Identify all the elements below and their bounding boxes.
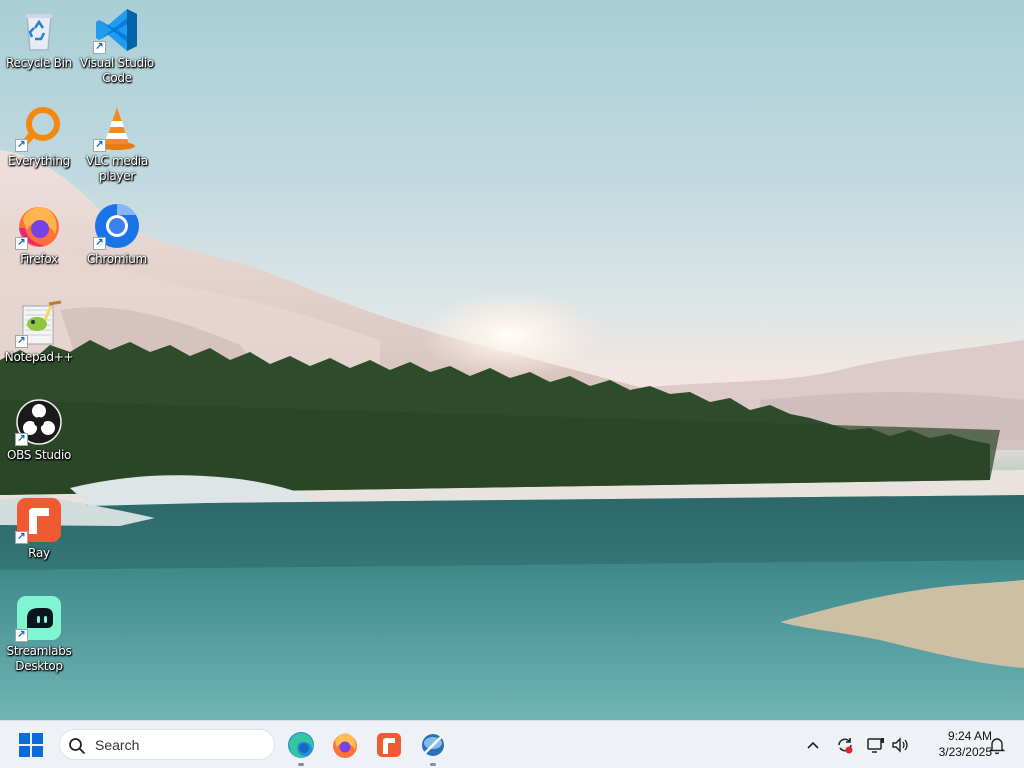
chromium-icon: ↗ [93,202,141,250]
notepadpp-icon: ↗ [15,300,63,348]
running-indicator [430,763,436,766]
shortcut-arrow-icon: ↗ [15,139,28,152]
streamlabs-icon: ↗ [15,594,63,642]
chevron-up-icon[interactable] [803,735,823,755]
start-button[interactable] [16,731,46,759]
search-placeholder: Search [95,737,140,753]
desktop-icon-label: Streamlabs Desktop [6,644,72,673]
taskbar-clock[interactable]: 9:24 AM 3/23/2025 [912,728,992,760]
recycle-bin-icon [15,6,63,54]
desktop-icon-label: Firefox [20,252,58,266]
taskbar-app-generic[interactable] [417,729,449,766]
running-indicator [298,763,304,766]
network-icon[interactable] [866,735,886,755]
vscode-icon: ↗ [93,6,141,54]
taskbar-search-box[interactable]: Search [59,729,275,760]
shortcut-arrow-icon: ↗ [15,531,28,544]
shortcut-arrow-icon: ↗ [15,629,28,642]
vlc-icon: ↗ [93,104,141,152]
desktop-icon-label: Notepad++ [4,350,74,364]
desktop-icon-label: Everything [8,154,70,168]
ray-icon: ↗ [15,496,63,544]
firefox-icon: ↗ [15,202,63,250]
search-icon [69,738,85,754]
taskbar-app-edge[interactable] [285,729,317,766]
taskbar: Search 9:24 AM 3/23/2025 [0,720,1024,768]
desktop-icon-label: Chromium [87,252,147,266]
desktop-icon-firefox[interactable]: ↗ Firefox [0,202,79,267]
windows-logo-icon [19,733,43,757]
desktop-icon-label: VLC media player [86,154,148,183]
app-icon [422,734,444,756]
desktop-icon-recycle-bin[interactable]: Recycle Bin [0,6,79,71]
edge-icon [288,732,314,758]
notification-bell-icon[interactable] [987,735,1007,755]
desktop-icon-everything[interactable]: ↗ Everything [0,104,79,169]
desktop-icon-notepadpp[interactable]: ↗ Notepad++ [0,300,79,365]
desktop-icon-ray[interactable]: ↗ Ray [0,496,79,561]
taskbar-app-ray[interactable] [373,729,405,761]
ray-icon [377,733,401,757]
desktop-icon-label: Recycle Bin [6,56,72,70]
desktop-icon-vscode[interactable]: ↗ Visual Studio Code [77,6,157,86]
desktop-icon-label: Visual Studio Code [80,56,154,85]
desktop-icon-label: OBS Studio [6,448,72,462]
shortcut-arrow-icon: ↗ [15,433,28,446]
obs-icon: ↗ [15,398,63,446]
shortcut-arrow-icon: ↗ [15,335,28,348]
shortcut-arrow-icon: ↗ [93,237,106,250]
desktop-icon-chromium[interactable]: ↗ Chromium [77,202,157,267]
desktop-icon-vlc[interactable]: ↗ VLC media player [77,104,157,184]
desktop-icon-label: Ray [28,546,50,560]
firefox-icon [333,733,357,758]
everything-icon: ↗ [15,104,63,152]
sync-icon[interactable] [835,735,855,755]
shortcut-arrow-icon: ↗ [15,237,28,250]
desktop-icon-obs[interactable]: ↗ OBS Studio [0,398,79,463]
clock-date: 3/23/2025 [938,745,992,759]
desktop-icon-streamlabs[interactable]: ↗ Streamlabs Desktop [0,594,79,674]
volume-icon[interactable] [890,735,910,755]
shortcut-arrow-icon: ↗ [93,139,106,152]
taskbar-app-firefox[interactable] [329,729,361,761]
shortcut-arrow-icon: ↗ [93,41,106,54]
clock-time: 9:24 AM [947,729,992,743]
